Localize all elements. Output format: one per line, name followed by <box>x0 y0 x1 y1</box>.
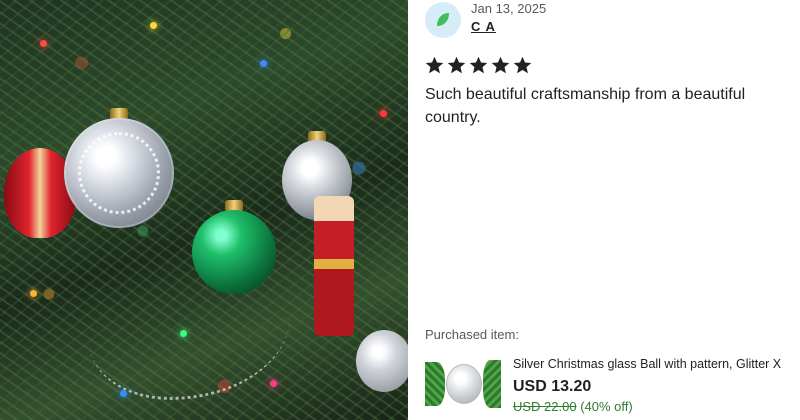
star-icon <box>469 56 488 74</box>
star-icon <box>513 56 532 74</box>
tree-light <box>270 380 277 387</box>
pine-branch <box>483 360 501 408</box>
purchased-item-thumbnail[interactable] <box>425 354 501 416</box>
small-silver-ornament <box>356 330 408 392</box>
nutcracker-ornament <box>314 196 354 336</box>
purchased-item-title-link[interactable]: Silver Christmas glass Ball with pattern… <box>513 357 800 371</box>
star-icon <box>447 56 466 74</box>
pine-branch <box>425 362 445 406</box>
price-details: USD 22.00 (40% off) <box>513 399 633 414</box>
tree-light <box>30 290 37 297</box>
review-text: Such beautiful craftsmanship from a beau… <box>425 86 746 126</box>
tree-light <box>260 60 267 67</box>
item-price: USD 13.20 <box>513 378 592 395</box>
review-date: Jan 13, 2025 <box>471 1 547 16</box>
tree-light <box>40 40 47 47</box>
review-card: Jan 13, 2025 C A Such beautiful craftsma… <box>0 0 800 420</box>
star-icon <box>491 56 510 74</box>
review-photo[interactable] <box>0 0 408 420</box>
purchased-item-label: Purchased item: <box>425 327 519 342</box>
review-panel: Jan 13, 2025 C A Such beautiful craftsma… <box>408 0 800 420</box>
discount-badge: (40% off) <box>580 399 633 414</box>
reviewer-name-link[interactable]: C A <box>471 19 496 34</box>
rating-stars <box>424 55 533 76</box>
silver-ball-image <box>446 364 482 404</box>
leaf-avatar-icon[interactable] <box>425 2 461 38</box>
original-price: USD 22.00 <box>513 399 577 414</box>
tree-light <box>380 110 387 117</box>
silver-patterned-ornament <box>64 118 174 228</box>
tree-light <box>150 22 157 29</box>
star-icon <box>425 56 444 74</box>
